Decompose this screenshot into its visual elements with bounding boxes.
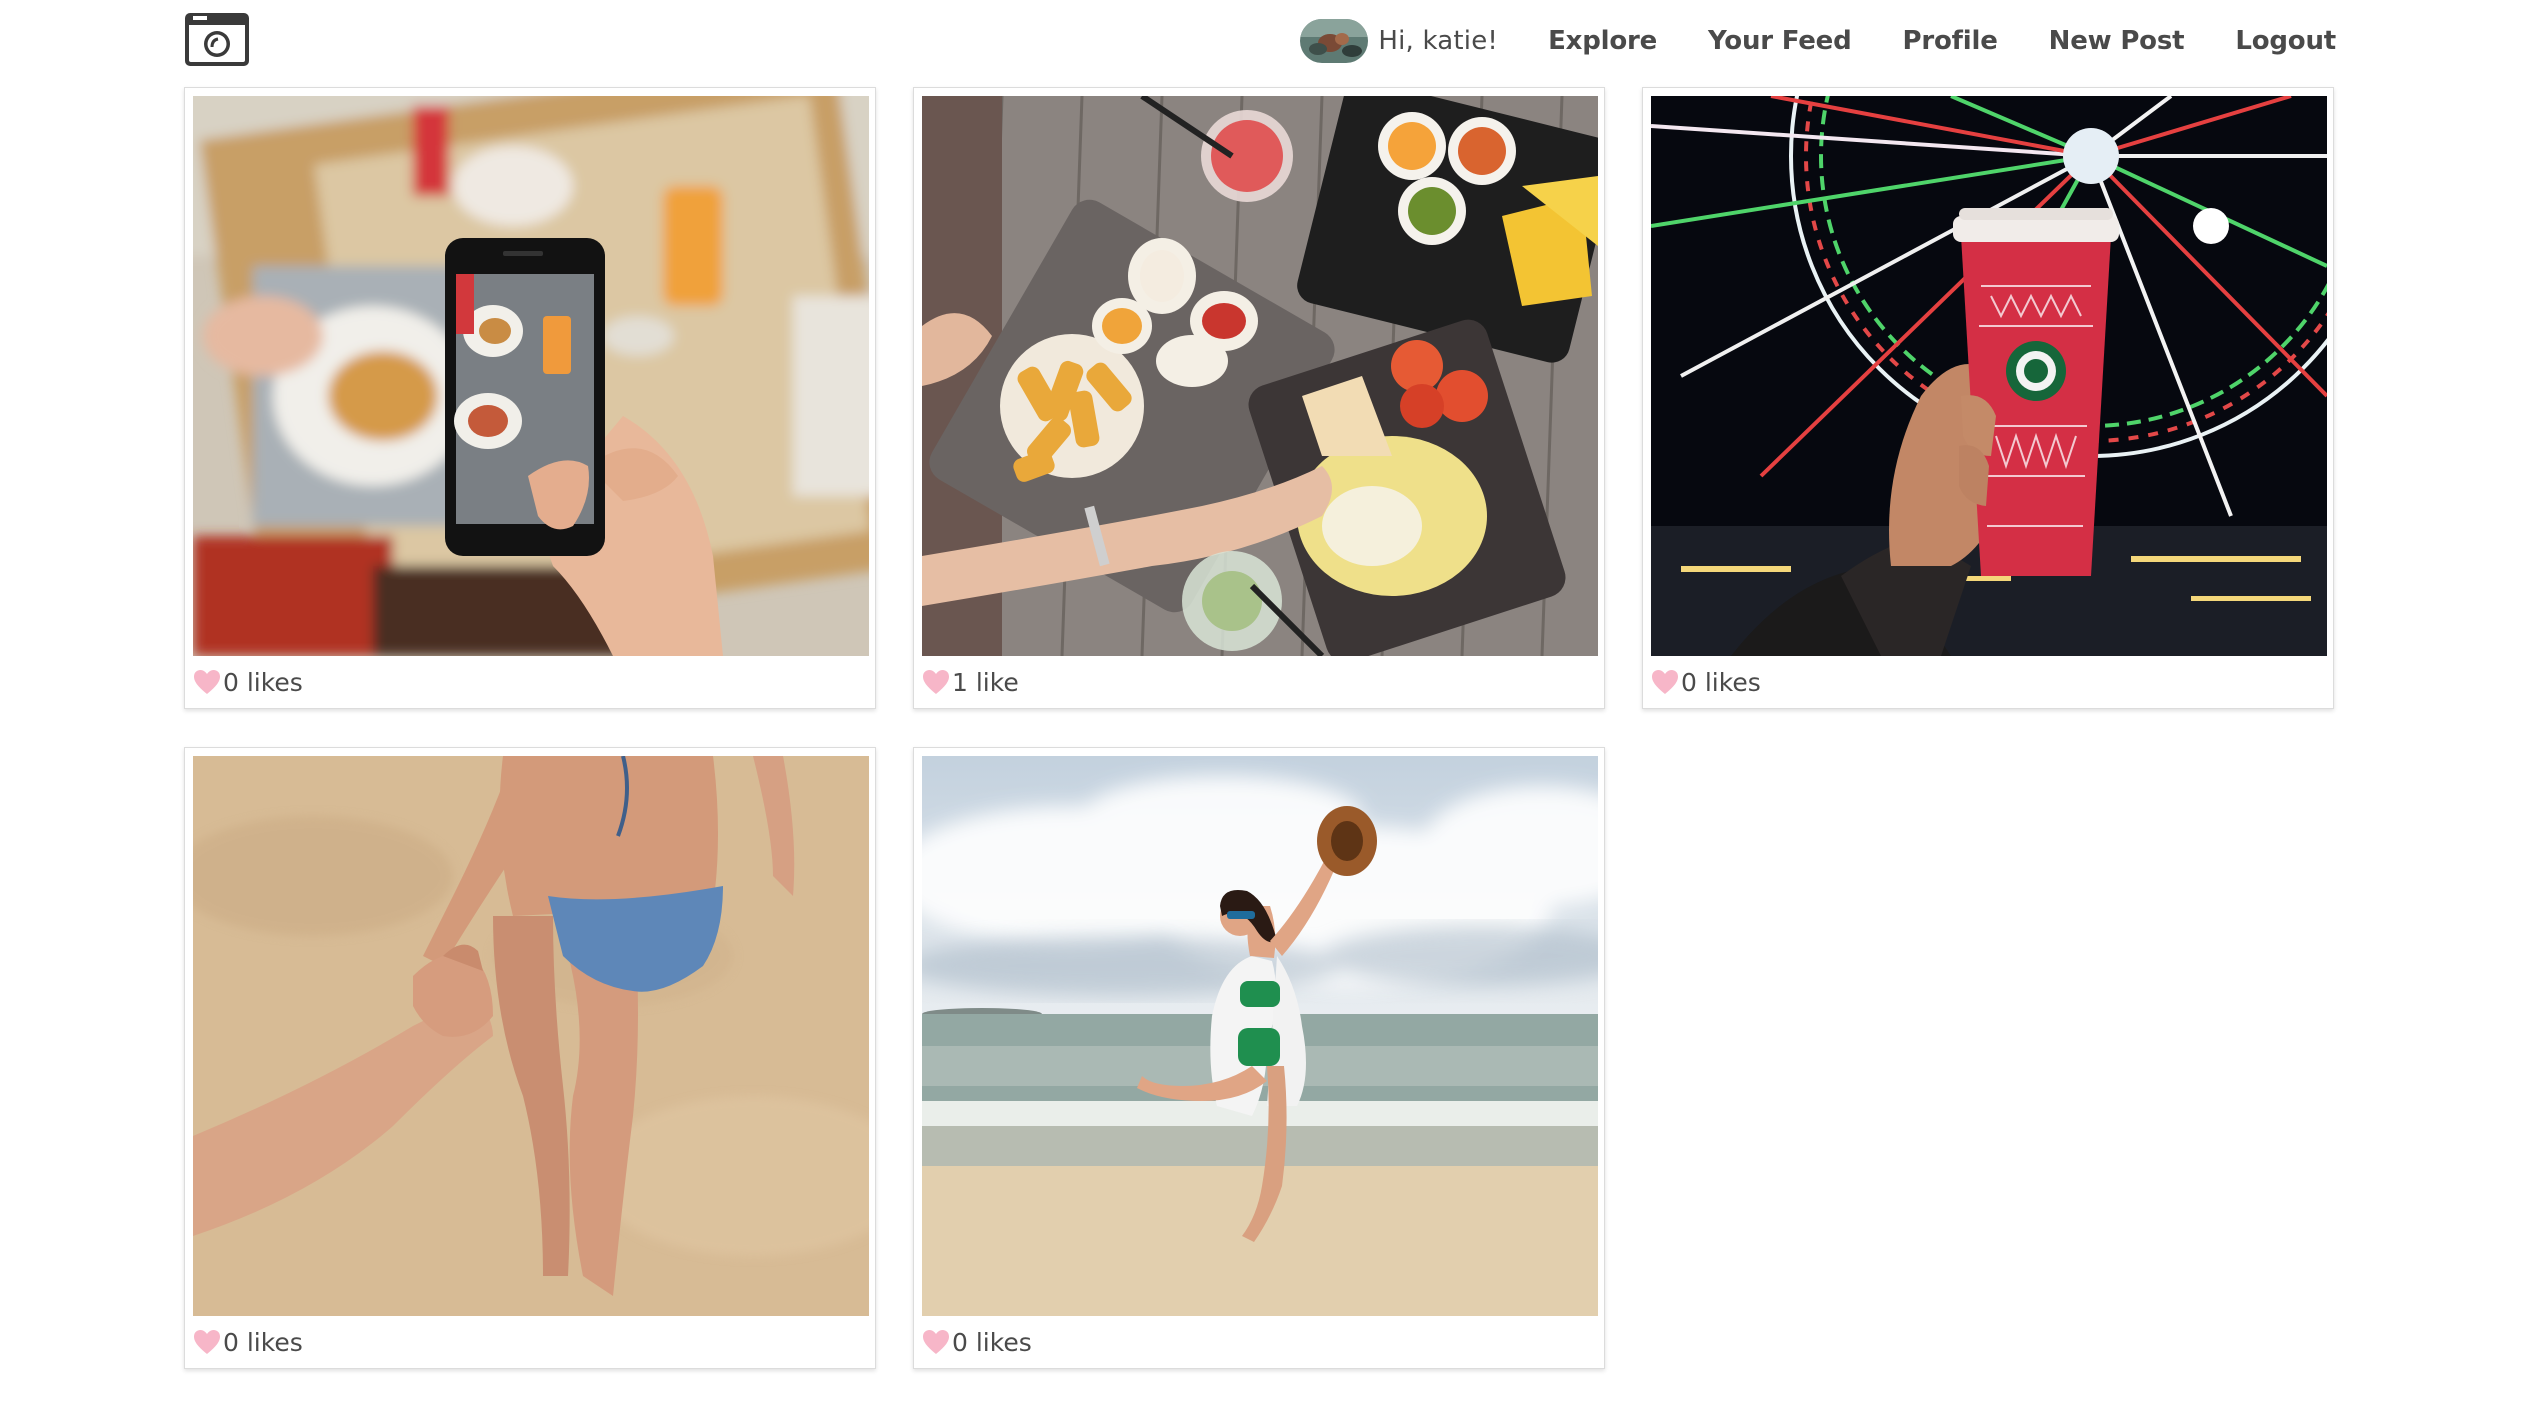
likes-count: 0 likes xyxy=(223,1327,303,1357)
heart-icon[interactable] xyxy=(922,1329,950,1355)
post-card[interactable]: 0 likes xyxy=(913,747,1605,1369)
likes-count: 0 likes xyxy=(1681,667,1761,697)
heart-icon[interactable] xyxy=(193,1329,221,1355)
post-card[interactable]: 0 likes xyxy=(1642,87,2334,709)
main-container: Hi, katie! Explore Your Feed Profile New… xyxy=(184,0,2336,1402)
greeting-text: Hi, katie! xyxy=(1378,26,1499,56)
post-image[interactable] xyxy=(193,96,869,656)
post-image[interactable] xyxy=(922,756,1598,1316)
navbar: Hi, katie! Explore Your Feed Profile New… xyxy=(184,0,2336,84)
nav-explore[interactable]: Explore xyxy=(1548,26,1657,56)
nav-new-post[interactable]: New Post xyxy=(2049,26,2185,56)
likes-row: 1 like xyxy=(922,666,1019,698)
likes-row: 0 likes xyxy=(1651,666,1761,698)
nav-logout[interactable]: Logout xyxy=(2235,26,2336,56)
likes-count: 0 likes xyxy=(952,1327,1032,1357)
nav-right: Hi, katie! Explore Your Feed Profile New… xyxy=(1300,18,2336,64)
post-card[interactable]: 1 like xyxy=(913,87,1605,709)
post-image[interactable] xyxy=(193,756,869,1316)
page: Hi, katie! Explore Your Feed Profile New… xyxy=(0,0,2527,1402)
heart-icon[interactable] xyxy=(922,669,950,695)
likes-row: 0 likes xyxy=(193,666,303,698)
post-image[interactable] xyxy=(1651,96,2327,656)
likes-row: 0 likes xyxy=(922,1326,1032,1358)
heart-icon[interactable] xyxy=(193,669,221,695)
camera-logo-icon[interactable] xyxy=(184,10,250,68)
post-image[interactable] xyxy=(922,96,1598,656)
likes-count: 0 likes xyxy=(223,667,303,697)
likes-count: 1 like xyxy=(952,667,1019,697)
nav-your-feed[interactable]: Your Feed xyxy=(1708,26,1852,56)
user-greeting[interactable]: Hi, katie! xyxy=(1300,19,1498,63)
nav-profile[interactable]: Profile xyxy=(1903,26,1998,56)
avatar[interactable] xyxy=(1300,19,1369,63)
post-card[interactable]: 0 likes xyxy=(184,87,876,709)
likes-row: 0 likes xyxy=(193,1326,303,1358)
heart-icon[interactable] xyxy=(1651,669,1679,695)
post-card[interactable]: 0 likes xyxy=(184,747,876,1369)
